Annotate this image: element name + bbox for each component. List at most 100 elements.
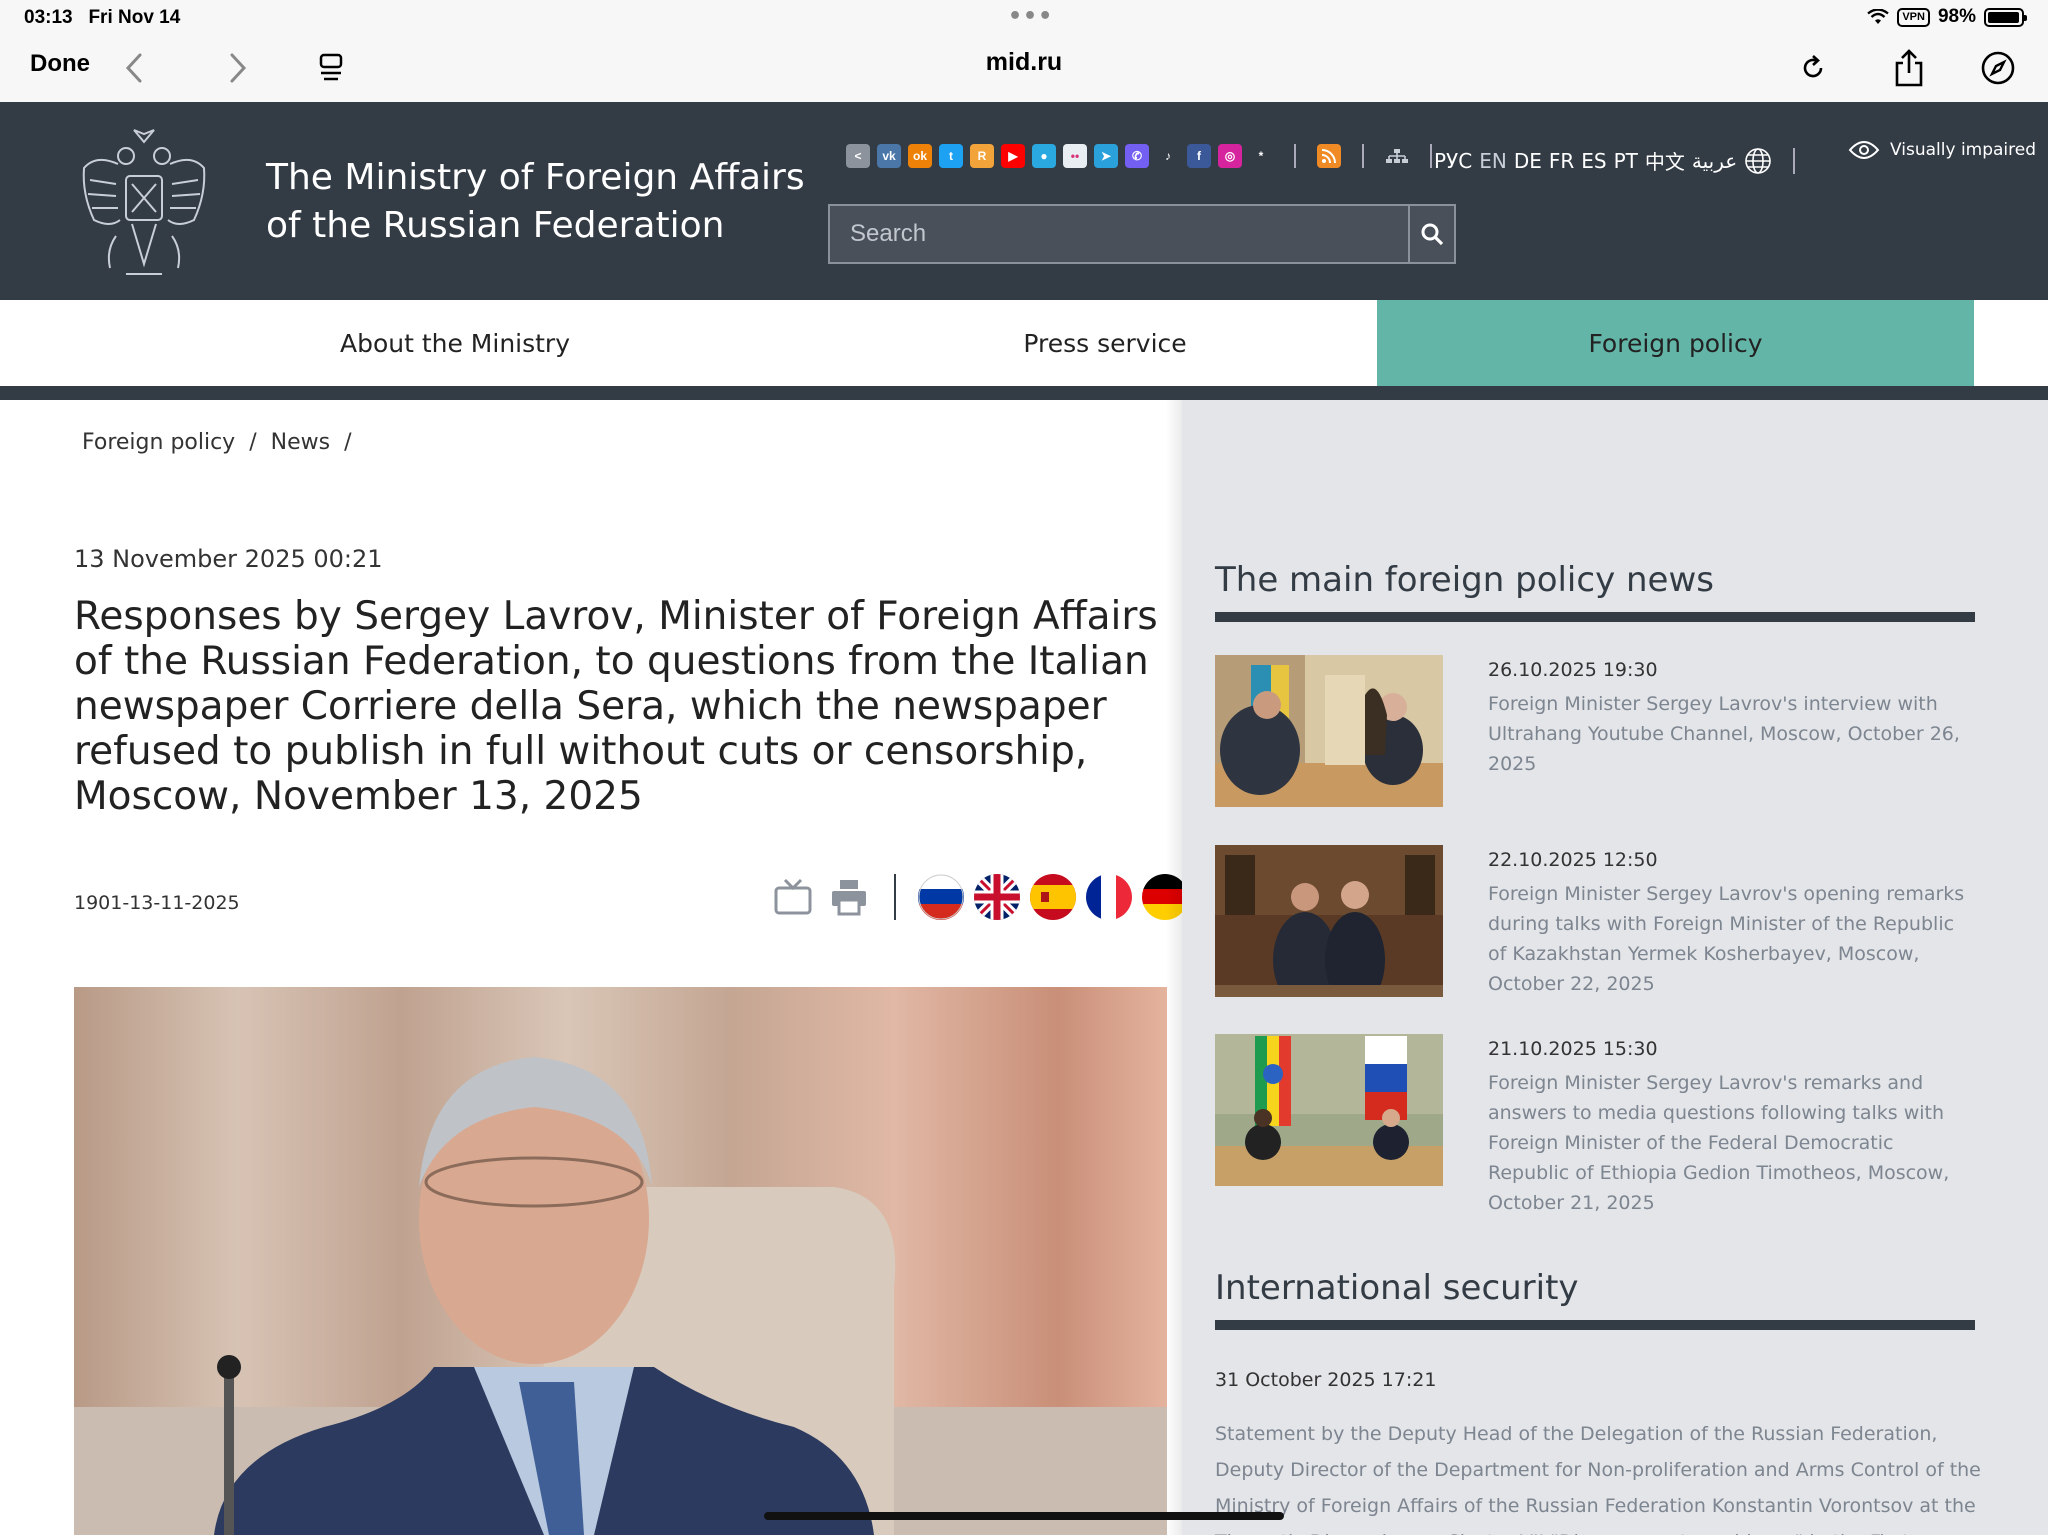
- rutube-icon[interactable]: R: [970, 144, 994, 168]
- reader-icon[interactable]: [309, 46, 353, 90]
- back-icon[interactable]: [112, 46, 156, 90]
- url-bar: mid.ru: [0, 48, 2048, 77]
- battery-percent: 98%: [1937, 6, 1976, 27]
- forward-icon[interactable]: [216, 46, 260, 90]
- security-heading[interactable]: International security: [1215, 1268, 1579, 1308]
- wifi-icon: [1867, 9, 1890, 24]
- tiktok-icon[interactable]: ♪: [1156, 144, 1180, 168]
- security-rule: [1215, 1320, 1975, 1330]
- article-title: Responses by Sergey Lavrov, Minister of …: [74, 594, 1158, 819]
- news-item[interactable]: 21.10.2025 15:30 Foreign Minister Sergey…: [1215, 1034, 1975, 1214]
- status-indicators: VPN 98%: [1867, 6, 2027, 28]
- search-icon: [1421, 223, 1444, 246]
- main-news-heading[interactable]: The main foreign policy news: [1215, 560, 1714, 600]
- vpn-badge: VPN: [1897, 7, 1930, 27]
- breadcrumb: Foreign policy / News /: [82, 430, 352, 455]
- search-input[interactable]: [830, 206, 1408, 262]
- share-icon[interactable]: <: [846, 144, 870, 168]
- eye-icon: [1848, 141, 1880, 159]
- battery-icon: [1984, 7, 2027, 27]
- divider: [1362, 144, 1364, 168]
- lang-de[interactable]: DE: [1514, 149, 1542, 173]
- tv-icon[interactable]: [770, 874, 816, 920]
- news-thumbnail[interactable]: [1215, 1034, 1443, 1186]
- visually-impaired-label: Visually impaired: [1890, 140, 2037, 160]
- divider: [1793, 147, 1796, 174]
- flickr-icon[interactable]: ••: [1063, 144, 1087, 168]
- share-sheet-icon[interactable]: [1887, 46, 1931, 90]
- site-title[interactable]: The Ministry of Foreign Affairs of the R…: [266, 154, 805, 250]
- site-title-line2: of the Russian Federation: [266, 205, 725, 246]
- social-icons-row: < vk ok t R ▶ ● •• ➤ ✆ ♪ f ◎ *: [846, 144, 1446, 168]
- news-date: 22.10.2025 12:50: [1488, 849, 1658, 871]
- main-nav: About the Ministry Press service Foreign…: [0, 300, 2048, 386]
- rss-icon[interactable]: [1317, 144, 1341, 168]
- telegram-icon[interactable]: ➤: [1094, 144, 1118, 168]
- flag-spain-icon[interactable]: [1030, 874, 1076, 920]
- breadcrumb-news[interactable]: News: [271, 430, 330, 455]
- emblem-logo[interactable]: [76, 124, 212, 280]
- instagram-icon[interactable]: ◎: [1218, 144, 1242, 168]
- breadcrumb-separator: /: [344, 430, 352, 455]
- flag-russia-icon[interactable]: [918, 874, 964, 920]
- news-title[interactable]: Foreign Minister Sergey Lavrov's opening…: [1488, 879, 1978, 999]
- sidebar-shadow: [1166, 400, 1182, 1535]
- twitter-icon[interactable]: t: [939, 144, 963, 168]
- news-thumbnail[interactable]: [1215, 655, 1443, 807]
- asterisk-icon[interactable]: *: [1249, 144, 1273, 168]
- lang-en[interactable]: EN: [1479, 149, 1507, 173]
- status-time: 03:13 Fri Nov 14: [24, 7, 181, 28]
- globe-icon[interactable]: [1744, 147, 1772, 175]
- compass-icon[interactable]: [1976, 46, 2020, 90]
- language-switcher: РУС EN DE FR ES PT 中文 عربية: [1434, 146, 1796, 175]
- news-thumbnail[interactable]: [1215, 845, 1443, 997]
- search-box: [828, 204, 1456, 264]
- nav-press-service[interactable]: Press service: [760, 300, 1450, 386]
- url-text[interactable]: mid.ru: [986, 48, 1062, 76]
- print-icon[interactable]: [826, 874, 872, 920]
- divider: [1294, 144, 1296, 168]
- breadcrumb-separator: /: [249, 430, 257, 455]
- main-news-rule: [1215, 612, 1975, 622]
- divider: [894, 874, 896, 920]
- search-button[interactable]: [1408, 206, 1454, 262]
- map-pin-icon[interactable]: ●: [1032, 144, 1056, 168]
- article-photo: [74, 987, 1167, 1535]
- news-date: 21.10.2025 15:30: [1488, 1038, 1658, 1060]
- article-tools: [770, 874, 1188, 920]
- lang-zh[interactable]: 中文: [1645, 146, 1685, 175]
- nav-foreign-policy[interactable]: Foreign policy: [1377, 300, 1974, 386]
- flag-france-icon[interactable]: [1086, 874, 1132, 920]
- site-header: The Ministry of Foreign Affairs of the R…: [0, 102, 2048, 300]
- social-icon-list: < vk ok t R ▶ ● •• ➤ ✆ ♪ f ◎ *: [846, 144, 1273, 168]
- visually-impaired-link[interactable]: Visually impaired: [1848, 140, 2036, 160]
- lang-ar[interactable]: عربية: [1692, 149, 1737, 173]
- security-text[interactable]: Statement by the Deputy Head of the Dele…: [1215, 1416, 1985, 1535]
- nav-underline-bar: [0, 386, 2048, 400]
- multitasking-dots-icon[interactable]: •••: [1008, 4, 1053, 29]
- flag-uk-icon[interactable]: [974, 874, 1020, 920]
- breadcrumb-foreign-policy[interactable]: Foreign policy: [82, 430, 235, 455]
- news-item[interactable]: 22.10.2025 12:50 Foreign Minister Sergey…: [1215, 845, 1975, 997]
- article-date: 13 November 2025 00:21: [74, 545, 383, 573]
- home-indicator[interactable]: [764, 1512, 1284, 1520]
- news-title[interactable]: Foreign Minister Sergey Lavrov's intervi…: [1488, 689, 1978, 779]
- done-button[interactable]: Done: [30, 50, 90, 78]
- lang-fr[interactable]: FR: [1549, 149, 1574, 173]
- youtube-icon[interactable]: ▶: [1001, 144, 1025, 168]
- browser-toolbar: Done mid.ru: [0, 34, 2048, 102]
- vk-icon[interactable]: vk: [877, 144, 901, 168]
- lang-es[interactable]: ES: [1581, 149, 1606, 173]
- status-bar: 03:13 Fri Nov 14 ••• VPN 98%: [0, 0, 2048, 34]
- article-id: 1901-13-11-2025: [74, 892, 240, 914]
- reload-icon[interactable]: [1791, 46, 1835, 90]
- news-item[interactable]: 26.10.2025 19:30 Foreign Minister Sergey…: [1215, 655, 1975, 807]
- news-date: 26.10.2025 19:30: [1488, 659, 1658, 681]
- news-title[interactable]: Foreign Minister Sergey Lavrov's remarks…: [1488, 1068, 1978, 1218]
- sitemap-icon[interactable]: [1385, 144, 1409, 168]
- lang-ru[interactable]: РУС: [1434, 149, 1472, 173]
- odnoklassniki-icon[interactable]: ok: [908, 144, 932, 168]
- facebook-icon[interactable]: f: [1187, 144, 1211, 168]
- viber-icon[interactable]: ✆: [1125, 144, 1149, 168]
- lang-pt[interactable]: PT: [1614, 149, 1638, 173]
